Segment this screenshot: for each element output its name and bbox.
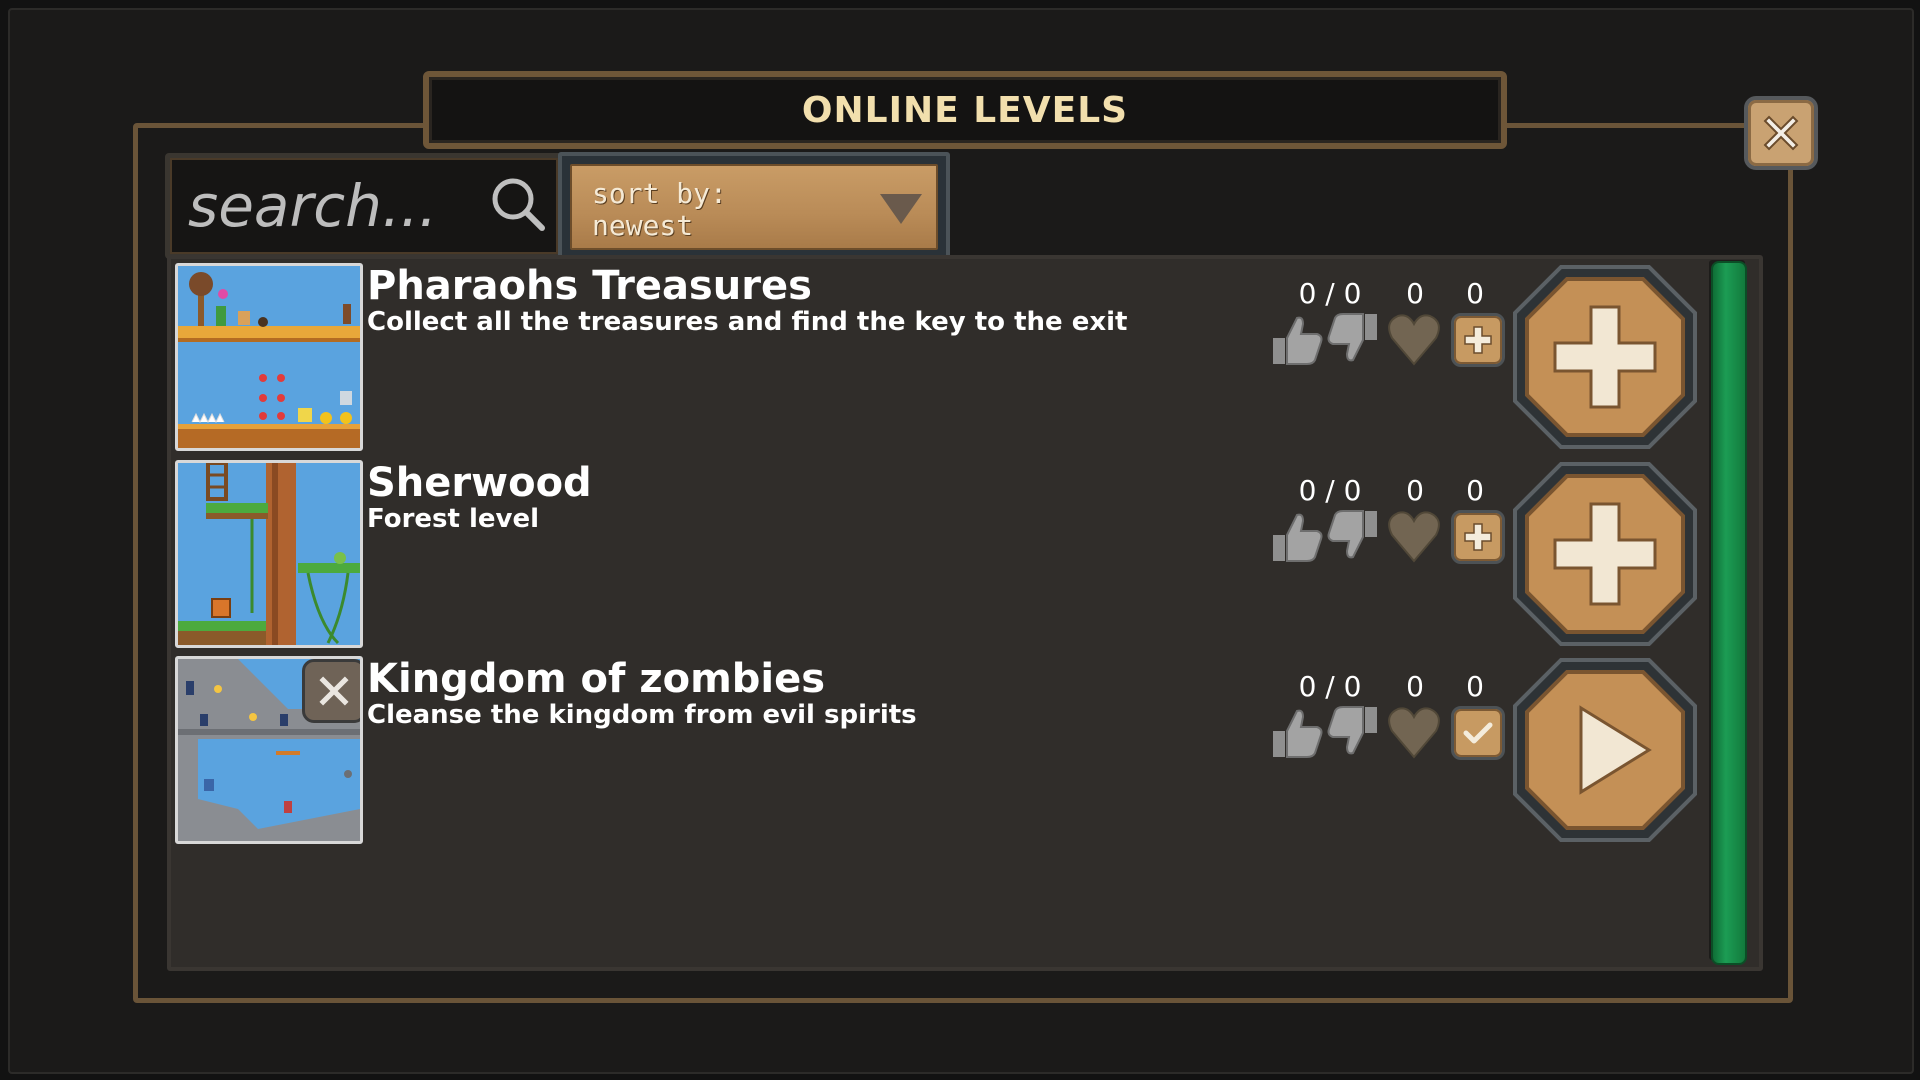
title-bar: ONLINE LEVELS — [423, 71, 1507, 149]
download-level-button[interactable] — [1511, 460, 1699, 648]
level-title: Sherwood — [367, 460, 592, 506]
downloads-count: 0 — [1466, 474, 1484, 507]
rating-count: 0 / 0 — [1298, 670, 1362, 703]
sort-dropdown[interactable]: sort by: newest — [558, 152, 950, 262]
favorites-count: 0 — [1406, 670, 1424, 703]
download-level-button[interactable] — [1511, 263, 1699, 451]
favorites-count: 0 — [1406, 277, 1424, 310]
scrollbar-thumb[interactable] — [1711, 261, 1747, 965]
desert-level-thumbnail — [178, 266, 360, 448]
close-button[interactable] — [1744, 96, 1818, 170]
check-icon — [1463, 722, 1493, 744]
window-title: ONLINE LEVELS — [801, 89, 1129, 131]
thumbs-up-icon[interactable] — [1267, 507, 1325, 565]
heart-icon[interactable] — [1386, 310, 1442, 368]
plus-icon — [1464, 326, 1492, 354]
close-icon — [1763, 115, 1799, 151]
sort-value: newest — [592, 209, 694, 242]
level-description: Forest level — [367, 504, 540, 534]
level-row[interactable]: Sherwood Forest level 0 / 0 0 0 — [175, 460, 1697, 650]
heart-icon[interactable] — [1386, 703, 1442, 761]
big-wood-button — [1513, 658, 1697, 842]
search-box — [165, 153, 563, 259]
level-row[interactable]: Kingdom of zombies Cleanse the kingdom f… — [175, 656, 1697, 846]
plus-icon — [1464, 523, 1492, 551]
downloaded-check-button[interactable] — [1451, 706, 1505, 760]
download-small-button[interactable] — [1451, 313, 1505, 367]
play-level-button[interactable] — [1511, 656, 1699, 844]
sort-dropdown-face: sort by: newest — [570, 164, 938, 250]
download-small-button[interactable] — [1451, 510, 1505, 564]
level-description: Collect all the treasures and find the k… — [367, 307, 1128, 337]
favorites-count: 0 — [1406, 474, 1424, 507]
rating-count: 0 / 0 — [1298, 474, 1362, 507]
big-wood-button — [1513, 265, 1697, 449]
search-input[interactable] — [186, 170, 480, 242]
level-title: Pharaohs Treasures — [367, 263, 812, 309]
level-title: Kingdom of zombies — [367, 656, 826, 702]
heart-icon[interactable] — [1386, 507, 1442, 565]
level-thumbnail[interactable] — [175, 263, 363, 451]
forest-level-thumbnail — [178, 463, 360, 645]
big-wood-button — [1513, 462, 1697, 646]
level-description: Cleanse the kingdom from evil spirits — [367, 700, 917, 730]
rating-count: 0 / 0 — [1298, 277, 1362, 310]
close-icon — [319, 676, 349, 706]
sort-label: sort by: newest — [592, 178, 727, 242]
thumbs-down-icon[interactable] — [1325, 310, 1383, 368]
thumbs-down-icon[interactable] — [1325, 703, 1383, 761]
downloads-count: 0 — [1466, 670, 1484, 703]
sort-label-text: sort by: — [592, 177, 727, 210]
thumbs-up-icon[interactable] — [1267, 703, 1325, 761]
delete-level-button[interactable] — [302, 659, 360, 723]
level-row[interactable]: Pharaohs Treasures Collect all the treas… — [175, 263, 1697, 453]
level-thumbnail[interactable] — [175, 656, 363, 844]
level-thumbnail[interactable] — [175, 460, 363, 648]
thumbs-up-icon[interactable] — [1267, 310, 1325, 368]
downloads-count: 0 — [1466, 277, 1484, 310]
search-icon[interactable] — [488, 174, 550, 236]
thumbs-down-icon[interactable] — [1325, 507, 1383, 565]
chevron-down-icon — [880, 194, 922, 224]
